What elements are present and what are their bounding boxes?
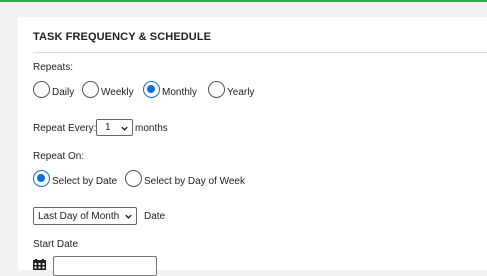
radio-weekly[interactable]: Weekly [82, 81, 134, 98]
repeat-every-value: 1 [105, 122, 111, 133]
radio-circle[interactable] [33, 81, 50, 98]
date-mode-select[interactable]: Last Day of Month [33, 207, 137, 225]
radio-select-by-day-of-week-label: Select by Day of Week [144, 176, 245, 187]
radio-circle-selected[interactable] [143, 81, 160, 98]
start-date-label: Start Date [33, 239, 79, 250]
radio-weekly-label: Weekly [101, 87, 134, 98]
radio-yearly[interactable]: Yearly [208, 81, 254, 98]
repeat-every-select[interactable]: 1 [96, 119, 133, 136]
date-mode-value: Last Day of Month [38, 210, 120, 222]
radio-circle-selected[interactable] [33, 170, 50, 187]
radio-circle[interactable] [82, 81, 99, 98]
divider [33, 52, 487, 53]
repeat-every-label: Repeat Every: [33, 123, 97, 134]
chevron-down-icon [121, 126, 128, 131]
radio-yearly-label: Yearly [227, 87, 255, 98]
radio-select-by-date-label: Select by Date [52, 176, 118, 187]
repeat-every-unit: months [135, 123, 168, 134]
radio-circle[interactable] [208, 81, 225, 98]
radio-circle[interactable] [125, 170, 142, 187]
radio-monthly[interactable]: Monthly [143, 81, 197, 98]
radio-select-by-date[interactable]: Select by Date [33, 170, 117, 187]
calendar-icon[interactable] [33, 259, 46, 270]
chevron-down-icon [125, 214, 132, 219]
schedule-panel: TASK FREQUENCY & SCHEDULE Repeats: Daily… [18, 17, 487, 276]
start-date-input[interactable] [53, 256, 157, 276]
repeats-label: Repeats: [33, 62, 74, 73]
top-accent-bar [0, 0, 487, 2]
radio-monthly-label: Monthly [162, 87, 198, 98]
repeat-on-label: Repeat On: [33, 151, 85, 162]
radio-daily-label: Daily [52, 87, 75, 98]
radio-daily[interactable]: Daily [33, 81, 74, 98]
date-suffix-label: Date [144, 211, 166, 222]
section-title: TASK FREQUENCY & SCHEDULE [33, 31, 212, 43]
radio-select-by-day-of-week[interactable]: Select by Day of Week [125, 170, 245, 187]
